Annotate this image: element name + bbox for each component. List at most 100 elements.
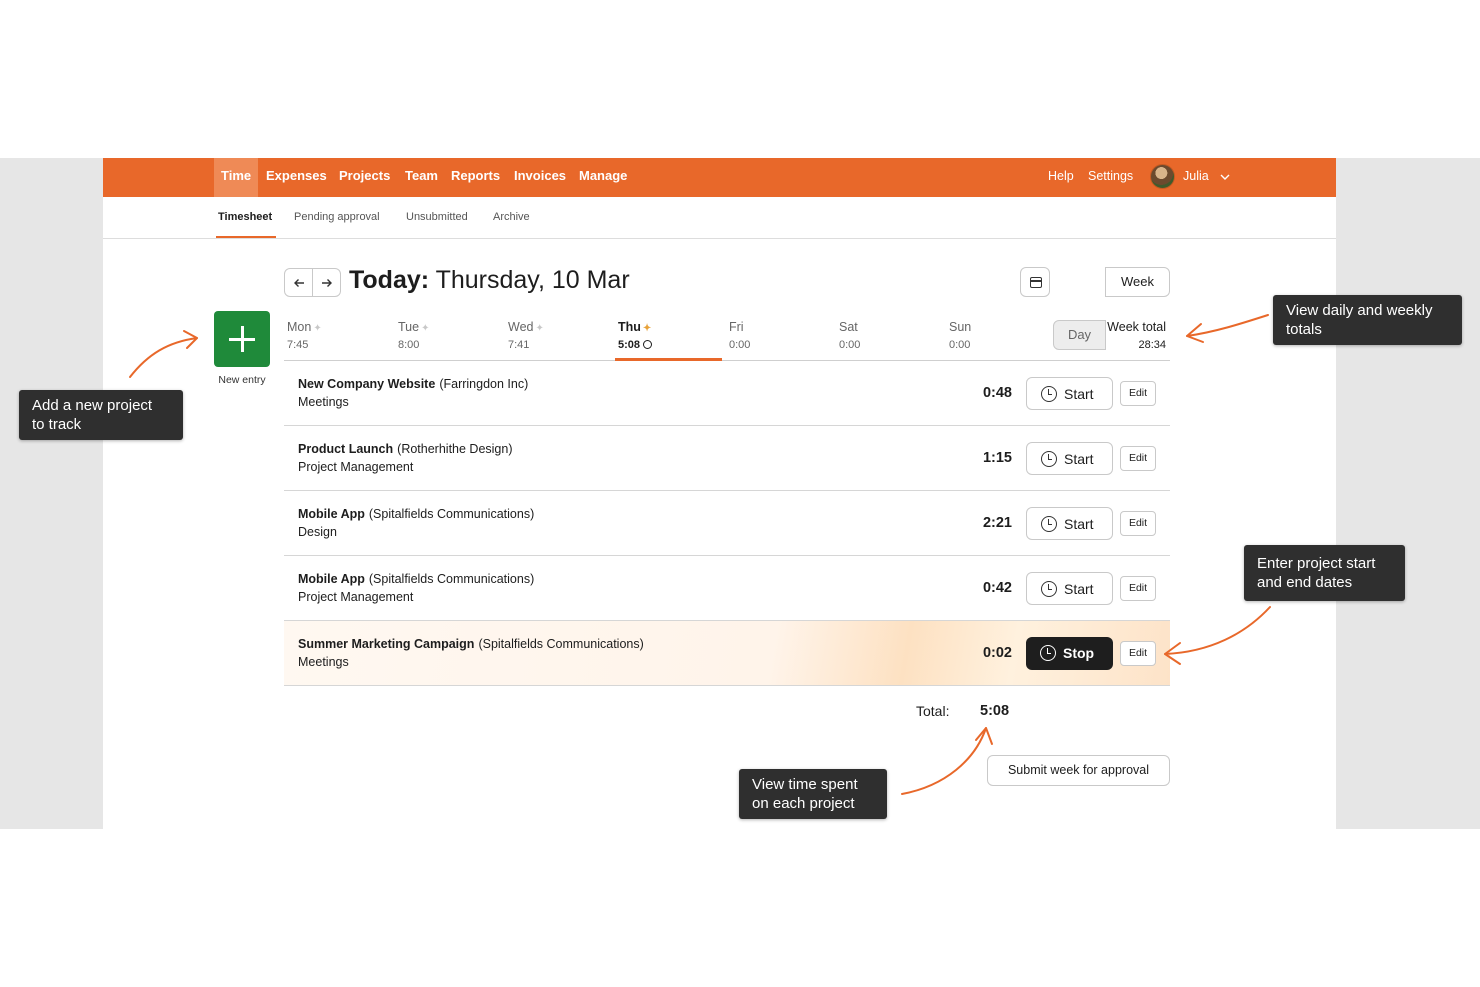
clock-icon [1041,581,1057,597]
sparkle-icon: ✦ [421,323,430,334]
chevron-down-icon[interactable] [1220,172,1230,182]
day-time: 7:45 [287,339,309,351]
start-timer-button[interactable]: Start [1026,442,1113,475]
edit-entry-button[interactable]: Edit [1120,511,1156,536]
callout-new-project: Add a new project to track [19,390,183,440]
project-name: Product Launch [298,442,394,456]
day-name: Thu [618,320,641,334]
callout-line: to track [32,416,82,433]
date-prefix: Today: [349,266,430,294]
clock-icon [1041,451,1057,467]
day-time: 5:08 [618,339,641,351]
week-total-label: Week total [1107,320,1166,334]
nav-projects[interactable]: Projects [332,158,397,197]
nav-invoices[interactable]: Invoices [507,158,573,197]
day-time: 0:00 [839,339,861,351]
submit-week-button[interactable]: Submit week for approval [987,755,1170,786]
tab-archive[interactable]: Archive [493,197,530,238]
day-time: 7:41 [508,339,530,351]
day-time: 0:00 [949,339,971,351]
time-entry-row: Product Launch (Rotherhithe Design) Proje… [284,426,1170,491]
callout-time-spent: View time spent on each project [739,769,887,819]
week-total: Week total 28:34 [1063,320,1166,351]
entry-duration: 0:02 [982,645,1012,661]
project-name: Mobile App [298,507,365,521]
stop-timer-button[interactable]: Stop [1026,637,1113,670]
week-total-value: 28:34 [1138,339,1166,351]
sub-navigation: Timesheet Pending approval Unsubmitted A… [103,197,1336,239]
tab-unsubmitted[interactable]: Unsubmitted [406,197,468,238]
day-sun[interactable]: Sun 0:00 [949,320,1049,351]
entry-duration: 0:42 [982,580,1012,596]
day-name: Sun [949,320,972,334]
day-name: Sat [839,320,858,334]
day-time: 0:00 [729,339,751,351]
time-entry-row-running: Summer Marketing Campaign (Spitalfields C… [284,621,1170,686]
project-name: Summer Marketing Campaign [298,637,475,651]
start-timer-button[interactable]: Start [1026,507,1113,540]
clock-icon [643,340,653,349]
time-entry-row: Mobile App (Spitalfields Communications) … [284,556,1170,621]
settings-link[interactable]: Settings [1088,158,1133,197]
start-timer-button[interactable]: Start [1026,377,1113,410]
day-name: Mon [287,320,312,334]
nav-reports[interactable]: Reports [444,158,507,197]
sparkle-icon: ✦ [313,323,322,334]
new-entry-button[interactable] [214,311,270,367]
avatar[interactable] [1150,164,1175,189]
task-name: Meetings [298,395,349,409]
day-thu[interactable]: Thu ✦ 5:08 [618,320,718,351]
day-mon[interactable]: Mon ✦ 7:45 [287,320,387,351]
day-fri[interactable]: Fri 0:00 [729,320,829,351]
day-tue[interactable]: Tue ✦ 8:00 [398,320,498,351]
time-entry-row: New Company Website (Farringdon Inc) Meet… [284,361,1170,426]
help-link[interactable]: Help [1048,158,1074,197]
client-name: (Rotherhithe Design) [397,442,513,456]
edit-entry-button[interactable]: Edit [1120,641,1156,666]
day-name: Wed [508,320,534,334]
day-sat[interactable]: Sat 0:00 [839,320,939,351]
edit-entry-button[interactable]: Edit [1120,381,1156,406]
total-label: Total: [916,703,950,719]
callout-line: on each project [752,795,855,812]
task-name: Design [298,525,337,539]
clock-icon [1040,645,1056,661]
user-name[interactable]: Julia [1183,158,1209,197]
arrow-left-icon [293,279,304,287]
edit-entry-button[interactable]: Edit [1120,446,1156,471]
entry-duration: 1:15 [982,450,1012,466]
stop-label: Stop [1063,645,1095,661]
arrow-right-icon [321,279,332,287]
client-name: (Farringdon Inc) [439,377,529,391]
view-week-button[interactable]: Week [1105,267,1170,297]
day-wed[interactable]: Wed ✦ 7:41 [508,320,608,351]
callout-line: totals [1286,321,1322,338]
nav-time[interactable]: Time [214,158,259,197]
client-name: (Spitalfields Communications) [368,572,535,586]
start-label: Start [1064,451,1094,467]
entry-duration: 2:21 [982,515,1012,531]
day-name: Tue [398,320,420,334]
nav-team[interactable]: Team [398,158,445,197]
start-label: Start [1064,581,1094,597]
edit-entry-button[interactable]: Edit [1120,576,1156,601]
nav-manage[interactable]: Manage [572,158,634,197]
callout-line: Add a new project [32,397,153,414]
calendar-icon[interactable] [1020,267,1050,297]
day-name: Fri [729,320,744,334]
nav-expenses[interactable]: Expenses [259,158,334,197]
start-label: Start [1064,386,1094,402]
callout-line: and end dates [1257,574,1353,591]
new-entry-label: New entry [218,374,266,386]
tab-pending-approval[interactable]: Pending approval [294,197,380,238]
tab-timesheet[interactable]: Timesheet [218,197,272,238]
top-navigation: Time Expenses Projects Team Reports Invo… [103,158,1336,197]
project-name: New Company Website [298,377,436,391]
callout-dates: Enter project start and end dates [1244,545,1405,601]
previous-day-button[interactable] [284,268,313,297]
day-time: 8:00 [398,339,420,351]
project-name: Mobile App [298,572,365,586]
task-name: Project Management [298,460,414,474]
next-day-button[interactable] [312,268,341,297]
start-timer-button[interactable]: Start [1026,572,1113,605]
